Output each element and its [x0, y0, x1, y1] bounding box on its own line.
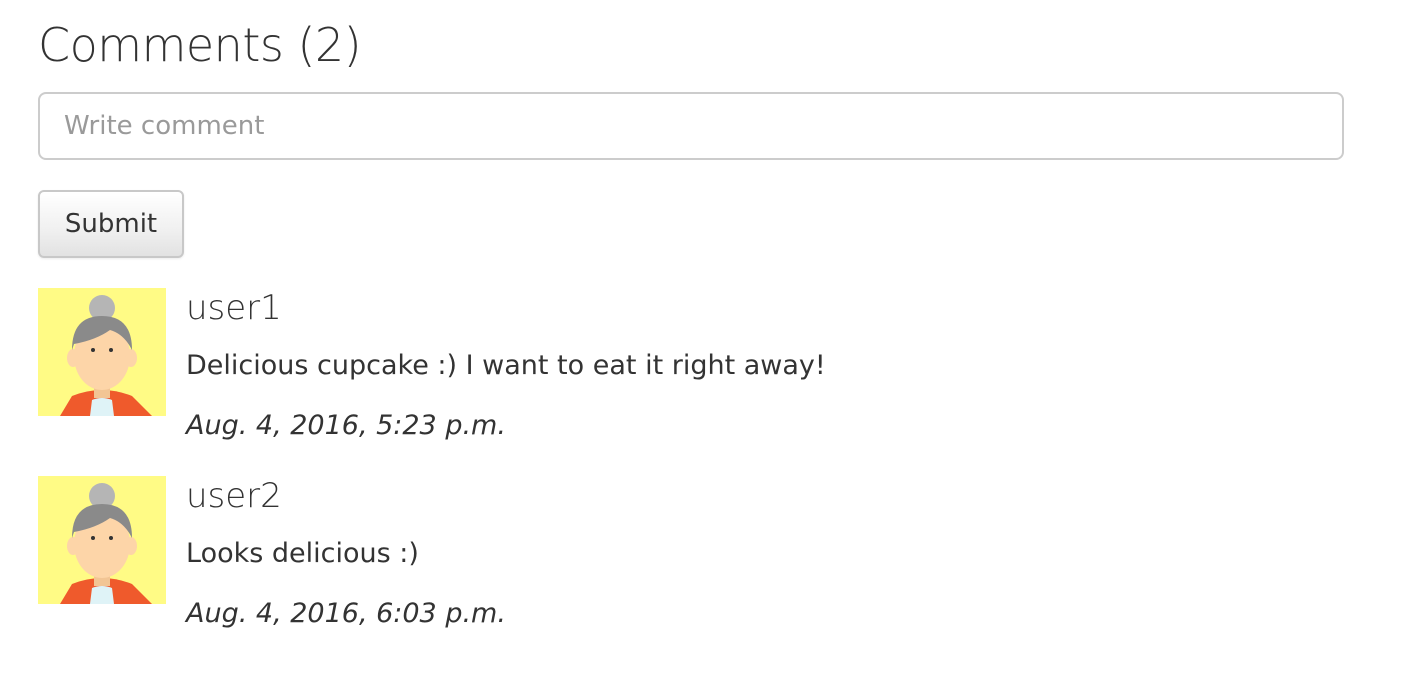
comments-section: Comments (2) Submit	[0, 0, 1402, 676]
page-title: Comments (2)	[38, 18, 362, 72]
avatar-woman-icon	[38, 476, 166, 604]
comment-author: user1	[186, 288, 282, 328]
comment-date: Aug. 4, 2016, 6:03 p.m.	[186, 598, 506, 629]
comment-item: user1 Delicious cupcake :) I want to eat…	[38, 288, 1358, 448]
comment-date: Aug. 4, 2016, 5:23 p.m.	[186, 410, 506, 441]
avatar	[38, 476, 166, 604]
comment-item: user2 Looks delicious :) Aug. 4, 2016, 6…	[38, 476, 1358, 636]
comment-text: Delicious cupcake :) I want to eat it ri…	[186, 350, 826, 381]
comment-input[interactable]	[38, 92, 1344, 160]
avatar-woman-icon	[38, 288, 166, 416]
submit-button[interactable]: Submit	[38, 190, 184, 258]
comment-text: Looks delicious :)	[186, 538, 419, 569]
comment-author: user2	[186, 476, 282, 516]
avatar	[38, 288, 166, 416]
